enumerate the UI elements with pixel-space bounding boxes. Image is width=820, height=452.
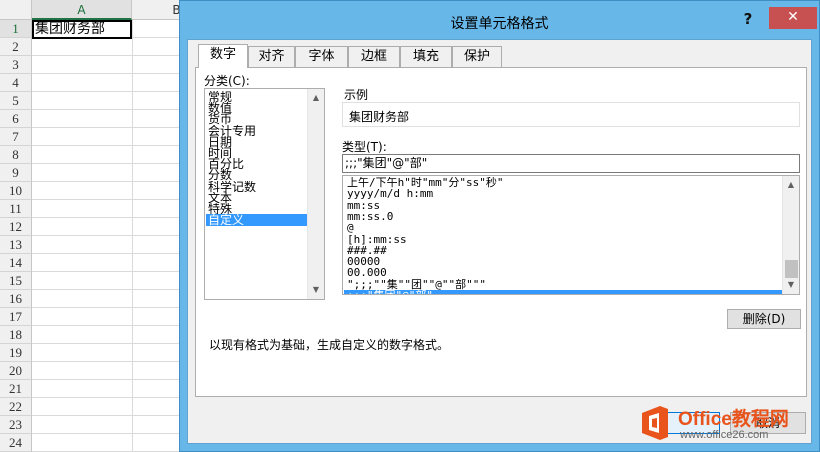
category-item[interactable]: 文本 [206,192,307,204]
watermark-url: www.office26.com [680,429,769,441]
row-header[interactable]: 5 [0,92,32,110]
format-item[interactable]: 上午/下午h"时"mm"分"ss"秒" [344,177,783,189]
row-header[interactable]: 10 [0,182,32,200]
row-header[interactable]: 14 [0,254,32,272]
category-label: 分类(C): [204,74,250,88]
tab-number[interactable]: 数字 [198,44,248,68]
row-header[interactable]: 8 [0,146,32,164]
category-item[interactable]: 日期 [206,136,307,148]
format-item[interactable]: 00.000 [344,267,783,279]
category-item[interactable]: 特殊 [206,203,307,215]
row-header[interactable]: 24 [0,434,32,452]
row-header[interactable]: 16 [0,290,32,308]
select-all-corner[interactable] [0,0,32,20]
row-header[interactable]: 13 [0,236,32,254]
row-header[interactable]: 3 [0,56,32,74]
row-header[interactable]: 15 [0,272,32,290]
scroll-up-icon[interactable]: ▲ [308,90,324,106]
row-header[interactable]: 21 [0,380,32,398]
help-button[interactable]: ? [737,9,759,29]
scrollbar-thumb[interactable] [785,260,798,278]
tab-font[interactable]: 字体 [295,46,348,67]
type-label: 类型(T): [342,140,387,154]
category-item[interactable]: 常规 [206,91,307,103]
format-item[interactable]: ";;;""集""团""@""部""" [344,279,783,291]
category-item[interactable]: 货币 [206,113,307,125]
row-header[interactable]: 6 [0,110,32,128]
category-item[interactable]: 自定义 [206,214,307,227]
scroll-down-icon[interactable]: ▼ [783,277,799,293]
row-header[interactable]: 1 [0,20,32,38]
format-item[interactable]: mm:ss.0 [344,211,783,223]
number-tab-panel: 分类(C): 常规 数值 货币 会计专用 日期 时间 百分比 分数 科学记数 文本 特殊 自定义 ▲ … [195,67,807,397]
row-header[interactable]: 4 [0,74,32,92]
sample-value: 集团财务部 [349,110,410,124]
row-header[interactable]: 22 [0,398,32,416]
row-header[interactable]: 20 [0,362,32,380]
format-item[interactable]: ;;;"集团"@"部" [344,290,783,294]
tab-protection[interactable]: 保护 [452,46,502,67]
category-list[interactable]: 常规 数值 货币 会计专用 日期 时间 百分比 分数 科学记数 文本 特殊 自定义 ▲ ▼ [204,88,325,300]
format-item[interactable]: ###.## [344,245,783,257]
row-header[interactable]: 19 [0,344,32,362]
delete-button[interactable]: 删除(D) [727,309,801,329]
row-header[interactable]: 18 [0,326,32,344]
column-header-a[interactable]: A [32,0,132,20]
category-item[interactable]: 会计专用 [206,125,307,137]
row-header[interactable]: 12 [0,218,32,236]
category-item[interactable]: 科学记数 [206,181,307,193]
scroll-up-icon[interactable]: ▲ [783,177,799,193]
watermark: Office教程网 www.office26.com [636,398,820,452]
row-header[interactable]: 9 [0,164,32,182]
dialog-body: 数字 对齐 字体 边框 填充 保护 分类(C): 常规 数值 货币 会计专用 日期 时间百… [187,39,812,444]
format-item[interactable]: [h]:mm:ss [344,234,783,246]
format-item[interactable]: yyyy/m/d h:mm [344,188,783,200]
row-header[interactable]: 7 [0,128,32,146]
row-header[interactable]: 17 [0,308,32,326]
format-cells-dialog: 设置单元格格式 ? ✕ 数字 对齐 字体 边框 填充 保护 分类(C): 常规数… [179,0,820,452]
close-button[interactable]: ✕ [769,7,817,29]
format-list[interactable]: 上午/下午h"时"mm"分"ss"秒" yyyy/m/d h:mm mm:ss mm:… [342,175,800,295]
category-item[interactable]: 分数 [206,169,307,181]
sample-box: 集团财务部 [342,102,800,127]
tab-border[interactable]: 边框 [348,46,400,67]
row-header[interactable]: 11 [0,200,32,218]
tab-alignment[interactable]: 对齐 [248,46,295,67]
dialog-title: 设置单元格格式 [450,16,549,32]
office-logo-icon [642,406,668,440]
description-text: 以现有格式为基础，生成自定义的数字格式。 [209,338,450,352]
tab-fill[interactable]: 填充 [400,46,452,67]
format-item[interactable]: @ [344,222,783,234]
scroll-down-icon[interactable]: ▼ [308,282,324,298]
category-item[interactable]: 百分比 [206,158,307,170]
row-header[interactable]: 23 [0,416,32,434]
category-item[interactable]: 时间 [206,147,307,159]
format-scrollbar[interactable]: ▲ ▼ [782,176,799,294]
category-item[interactable]: 数值 [206,102,307,114]
category-scrollbar[interactable]: ▲ ▼ [307,89,324,299]
watermark-brand: Office教程网 [678,409,789,430]
format-item[interactable]: 00000 [344,256,783,268]
dialog-titlebar[interactable]: 设置单元格格式 ? ✕ [180,1,819,39]
type-input[interactable]: ;;;"集团"@"部" [342,154,800,173]
sample-label: 示例 [344,88,369,102]
row-header[interactable]: 2 [0,38,32,56]
cell-a1[interactable]: 集团财务部 [32,20,132,39]
format-item[interactable]: mm:ss [344,200,783,212]
